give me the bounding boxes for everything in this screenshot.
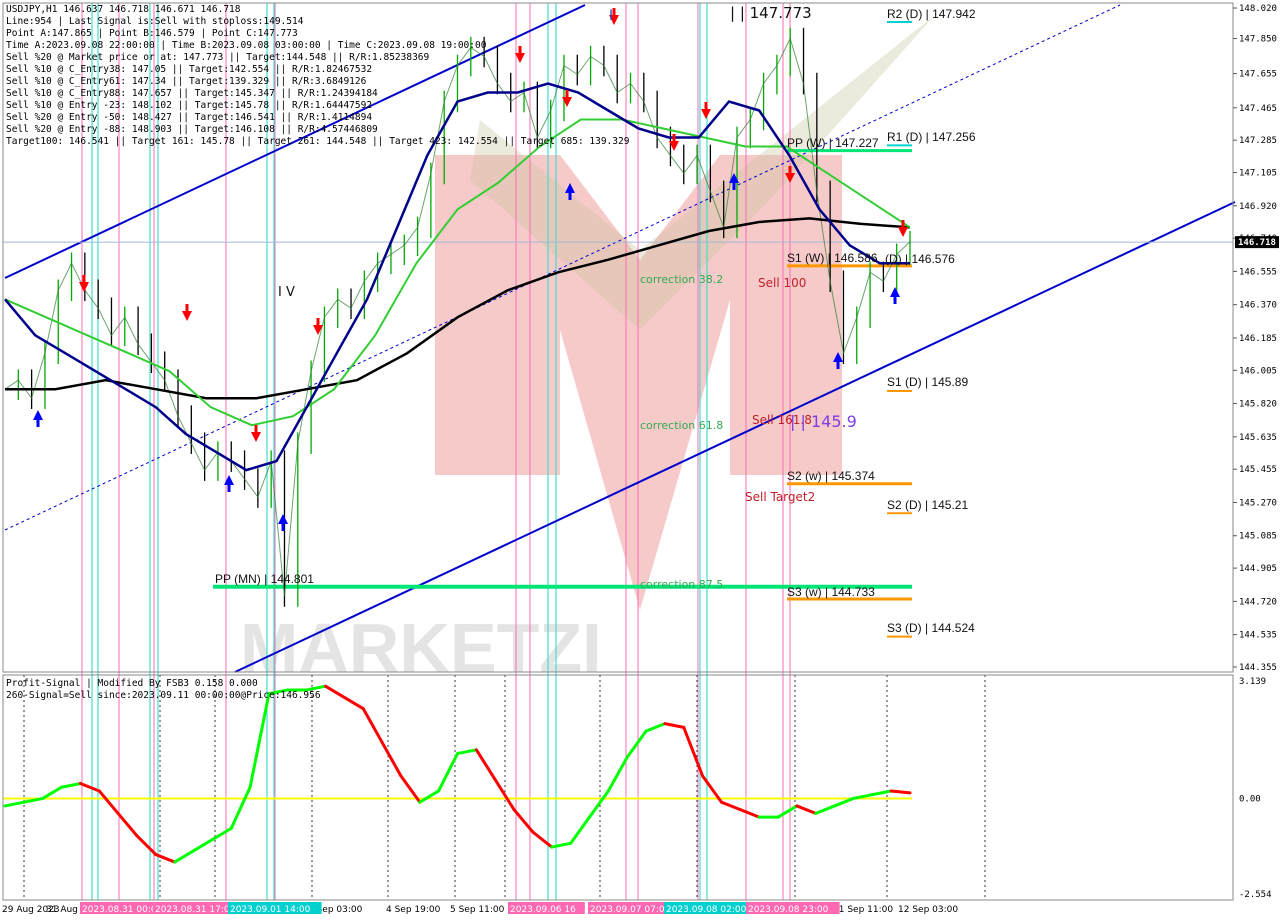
pivot-level-label: S3 (D) | 144.524: [887, 621, 975, 635]
indicator-axis-label: 3.139: [1239, 677, 1266, 687]
price-tick-label: 145.820: [1239, 400, 1277, 410]
info-line-entry-23: Sell %10 @ Entry -23: 148.102 || Target:…: [6, 100, 373, 111]
pivot-level-label: (D) | 146.576: [885, 252, 955, 266]
wave-iv-label: I V: [278, 285, 295, 300]
time-highlight-label: 2023.09.08 02:00: [666, 905, 747, 915]
info-line-entry61: Sell %10 @ C_Entry61: 147.34 || Target:1…: [6, 76, 367, 87]
time-highlight-label: 2023.09.08 23:00: [748, 905, 829, 915]
correction-618-label: correction 61.8: [640, 419, 723, 432]
price-tick-label: 147.465: [1239, 104, 1277, 114]
price-tick-label: 148.020: [1239, 4, 1277, 14]
pivot-level-label: R2 (D) | 147.942: [887, 7, 976, 21]
pivot-level-label: S1 (D) | 145.89: [887, 375, 968, 389]
indicator-signal: 260-Signal=Sell since:2023.09.11 00:00:0…: [6, 690, 321, 701]
price-tick-label: 145.455: [1239, 465, 1277, 475]
current-price-label: 146.718: [1238, 238, 1276, 248]
indicator-header: Profit-Signal | Modified By FSB3 0.158 0…: [6, 678, 321, 702]
time-label: 4 Sep 19:00: [386, 905, 441, 915]
indicator-axis-label: -2.554: [1239, 890, 1272, 900]
indicator-title: Profit-Signal | Modified By FSB3 0.158 0…: [6, 678, 258, 689]
pivot-level-label: S2 (w) | 145.374: [787, 469, 875, 483]
price-tick-label: 145.270: [1239, 498, 1277, 508]
price-tick-label: 147.850: [1239, 35, 1277, 45]
time-label: 5 Sep 11:00: [450, 905, 505, 915]
info-line-entry-88: Sell %20 @ Entry -88: 148.903 || Target:…: [6, 124, 378, 135]
info-line-times: Time A:2023.09.08 22:00:00 | Time B:2023…: [6, 40, 487, 51]
time-highlight-label: 2023.09.07 07:00: [590, 905, 671, 915]
pivot-level-label: S3 (w) | 144.733: [787, 585, 875, 599]
info-line-targets: Target100: 146.541 || Target 161: 145.78…: [6, 136, 630, 147]
pivot-level-label: S2 (D) | 145.21: [887, 498, 968, 512]
price-tick-label: 147.285: [1239, 136, 1277, 146]
price-tick-label: 146.370: [1239, 301, 1277, 311]
info-line-entry-market: Sell %20 @ Market price or at: 147.773 |…: [6, 52, 430, 63]
price-tick-label: 147.655: [1239, 70, 1277, 80]
time-highlight-label: 2023.09.01 14:00: [230, 905, 311, 915]
info-line-signal: Line:954 | Last Signal is:Sell with stop…: [6, 16, 304, 27]
info-panel: USDJPY,H1 146.637 146.718 146.671 146.71…: [6, 4, 630, 148]
point-c-value-label: | | 147.773: [730, 4, 812, 22]
pivot-level-label: PP (W) | 147.227: [787, 136, 879, 150]
correction-875-label: correction 87.5: [640, 578, 723, 591]
price-tick-label: 144.355: [1239, 663, 1277, 673]
time-label: 11 Sep 11:00: [833, 905, 893, 915]
sell-100-label: Sell 100: [758, 276, 806, 290]
price-tick-label: 144.905: [1239, 564, 1277, 574]
info-line-entry38: Sell %10 @ C_Entry38: 147.05 || Target:1…: [6, 64, 373, 75]
price-tick-label: 144.535: [1239, 631, 1277, 641]
time-highlight-label: 2023.09.06 16: [510, 905, 576, 915]
info-line-entry88: Sell %10 @ C_Entry88: 147.657 || Target:…: [6, 88, 378, 99]
info-line-points: Point A:147.865 | Point B:146.579 | Poin…: [6, 28, 298, 39]
value-1459-label: | | 145.9: [790, 412, 857, 431]
indicator-axis-label: 0.00: [1239, 794, 1261, 804]
price-tick-label: 145.085: [1239, 532, 1277, 542]
price-tick-label: 146.920: [1239, 202, 1277, 212]
info-line-symbol: USDJPY,H1 146.637 146.718 146.671 146.71…: [6, 4, 241, 15]
price-tick-label: 146.555: [1239, 267, 1277, 277]
price-tick-label: 146.005: [1239, 366, 1277, 376]
pivot-level-label: PP (MN) | 144.801: [215, 572, 314, 586]
price-tick-label: 146.185: [1239, 334, 1277, 344]
info-line-entry-50: Sell %20 @ Entry -50: 148.427 || Target:…: [6, 112, 373, 123]
wave-i-label: I: [609, 8, 613, 24]
pivot-level-label: S1 (W) | 146.586: [787, 251, 878, 265]
pivot-level-label: R1 (D) | 147.256: [887, 130, 976, 144]
signal-segment: [889, 789, 912, 795]
time-highlight-label: 2023.08.31 00:00: [82, 905, 163, 915]
correction-382-label: correction 38.2: [640, 273, 723, 286]
sell-target2-label: Sell Target2: [745, 490, 815, 504]
time-highlight-label: 2023.08.31 17:00: [155, 905, 236, 915]
price-tick-label: 144.720: [1239, 597, 1277, 607]
price-tick-label: 147.105: [1239, 169, 1277, 179]
time-label: 12 Sep 03:00: [898, 905, 958, 915]
price-tick-label: 145.635: [1239, 433, 1277, 443]
